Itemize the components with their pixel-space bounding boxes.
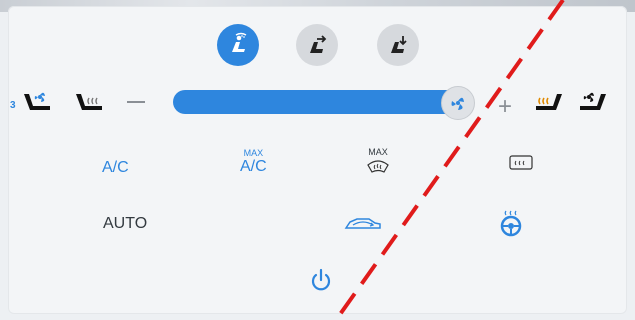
- fan-slider-knob[interactable]: [441, 86, 475, 120]
- max-ac-max-label: MAX: [243, 148, 264, 158]
- rear-defrost-button[interactable]: [508, 154, 534, 177]
- max-front-defrost-button[interactable]: MAX: [366, 148, 390, 180]
- seat-feet-airflow-icon: [391, 36, 407, 53]
- seat-windshield-airflow-icon: [232, 32, 247, 52]
- fan-increase-button[interactable]: +: [498, 95, 512, 119]
- climate-power-button[interactable]: [309, 268, 333, 299]
- max-ac-label: A/C: [240, 158, 267, 175]
- rear-defrost-icon: [509, 155, 533, 170]
- airflow-face-button[interactable]: [296, 24, 338, 66]
- fan-speed-number: 3: [10, 100, 16, 111]
- seat-heat-active-icon: [536, 94, 562, 110]
- seat-ventilation-right-button[interactable]: [574, 86, 610, 121]
- auto-button[interactable]: AUTO: [103, 215, 147, 233]
- seat-fan-right-icon: [580, 92, 606, 110]
- fan-decrease-button[interactable]: [127, 101, 145, 103]
- max-defrost-label: MAX: [368, 147, 388, 157]
- airflow-windshield-face-button[interactable]: [217, 24, 259, 66]
- power-icon: [311, 268, 331, 291]
- seat-fan-icon: [24, 92, 50, 110]
- fan-speed-slider[interactable]: [173, 90, 463, 114]
- fan-icon: [451, 97, 464, 110]
- steering-wheel-heat-button[interactable]: [498, 207, 524, 242]
- seat-face-airflow-icon: [310, 35, 327, 53]
- seat-ventilation-left-button[interactable]: [20, 86, 56, 121]
- ac-button[interactable]: A/C: [102, 159, 129, 177]
- recirculation-button[interactable]: [343, 213, 383, 240]
- seat-heat-right-button[interactable]: [530, 86, 566, 121]
- seat-heat-left-button[interactable]: [72, 86, 108, 121]
- car-recirculation-icon: [344, 218, 381, 229]
- max-ac-button[interactable]: MAX A/C: [240, 149, 267, 176]
- front-defrost-icon: [367, 160, 389, 173]
- seat-heat-icon: [76, 94, 102, 110]
- airflow-feet-button[interactable]: [377, 24, 419, 66]
- heated-steering-wheel-icon: [500, 210, 522, 237]
